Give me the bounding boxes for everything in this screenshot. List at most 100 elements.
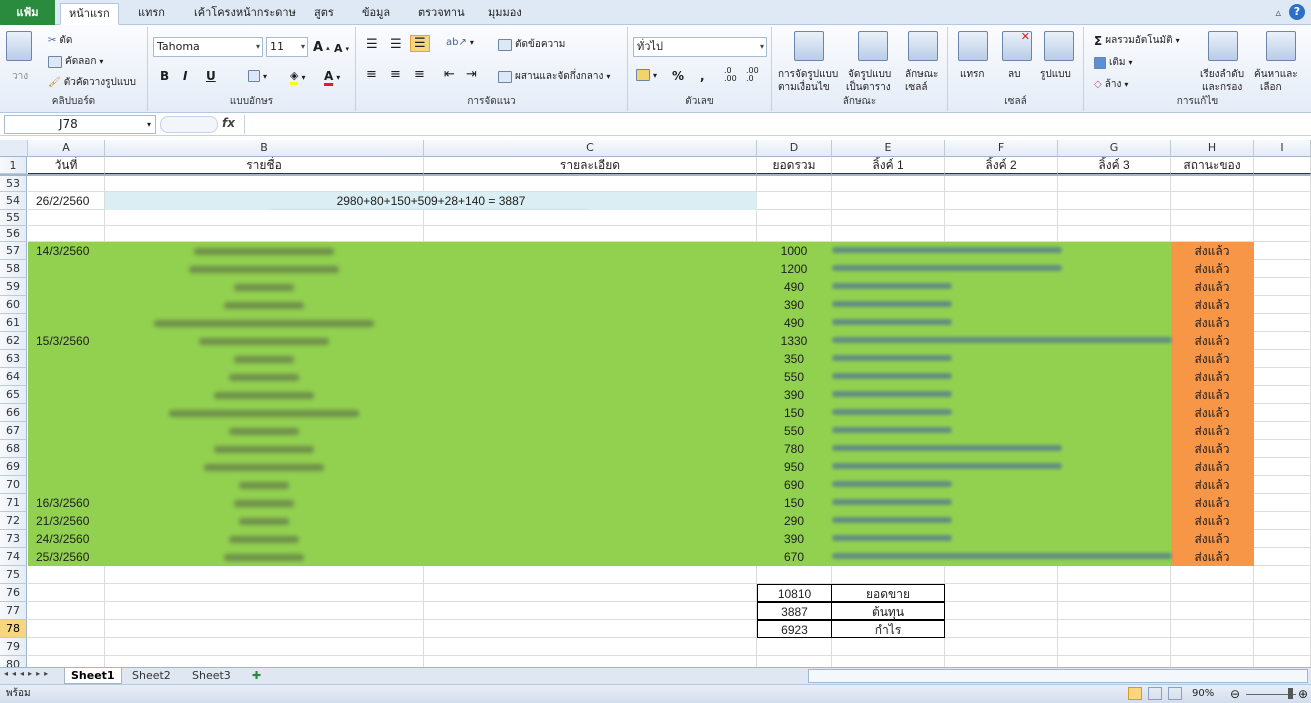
cell-a61[interactable] bbox=[28, 314, 105, 332]
cell-g53[interactable] bbox=[1058, 176, 1171, 192]
cell-d68[interactable]: 780 bbox=[757, 440, 832, 458]
formula-bar-toggle[interactable] bbox=[160, 116, 218, 133]
cell-h61[interactable]: ส่งแล้ว bbox=[1171, 314, 1254, 332]
cell-i64[interactable] bbox=[1254, 368, 1311, 386]
cell-h71[interactable]: ส่งแล้ว bbox=[1171, 494, 1254, 512]
cell-f56[interactable] bbox=[945, 226, 1058, 242]
cell-g65[interactable] bbox=[1058, 386, 1171, 404]
cell-i65[interactable] bbox=[1254, 386, 1311, 404]
header-cell-e[interactable]: ลิ้งค์ 1 bbox=[832, 157, 945, 174]
cell-i68[interactable] bbox=[1254, 440, 1311, 458]
cell-h72[interactable]: ส่งแล้ว bbox=[1171, 512, 1254, 530]
header-cell-h[interactable]: สถานะของ bbox=[1171, 157, 1254, 174]
cell-f71[interactable] bbox=[945, 494, 1058, 512]
header-cell-g[interactable]: ลิ้งค์ 3 bbox=[1058, 157, 1171, 174]
cell-d55[interactable] bbox=[757, 210, 832, 226]
comma-button[interactable]: , bbox=[700, 69, 705, 83]
cell-i77[interactable] bbox=[1254, 602, 1311, 620]
column-header-a[interactable]: A bbox=[28, 140, 105, 157]
row-header[interactable]: 57 bbox=[0, 242, 27, 260]
row-header[interactable]: 65 bbox=[0, 386, 27, 404]
row-header[interactable]: 74 bbox=[0, 548, 27, 566]
cell-h65[interactable]: ส่งแล้ว bbox=[1171, 386, 1254, 404]
cell-f53[interactable] bbox=[945, 176, 1058, 192]
zoom-slider-thumb[interactable] bbox=[1288, 688, 1293, 699]
cell-d60[interactable]: 390 bbox=[757, 296, 832, 314]
header-cell-f[interactable]: ลิ้งค์ 2 bbox=[945, 157, 1058, 174]
cell-a56[interactable] bbox=[28, 226, 105, 242]
cell-c77[interactable] bbox=[424, 602, 757, 620]
cell-a71[interactable]: 16/3/2560 bbox=[28, 494, 105, 512]
cell-a65[interactable] bbox=[28, 386, 105, 404]
header-cell-c[interactable]: รายละเอียด bbox=[424, 157, 757, 174]
cell-c76[interactable] bbox=[424, 584, 757, 602]
align-right-button[interactable]: ≡ bbox=[414, 67, 425, 82]
paste-icon[interactable] bbox=[6, 31, 32, 61]
decrease-decimal-button[interactable]: .00.0 bbox=[746, 67, 759, 83]
cell-d53[interactable] bbox=[757, 176, 832, 192]
cell-f60[interactable] bbox=[945, 296, 1058, 314]
cell-c59[interactable] bbox=[424, 278, 757, 296]
align-center-button[interactable]: ≡ bbox=[390, 67, 401, 82]
cell-i67[interactable] bbox=[1254, 422, 1311, 440]
cell-i62[interactable] bbox=[1254, 332, 1311, 350]
row-header[interactable]: 62 bbox=[0, 332, 27, 350]
sheet-tab-1[interactable]: Sheet1 bbox=[64, 668, 122, 684]
cell-i61[interactable] bbox=[1254, 314, 1311, 332]
cell-g67[interactable] bbox=[1058, 422, 1171, 440]
row-header[interactable]: 56 bbox=[0, 226, 27, 242]
cell-g78[interactable] bbox=[1058, 620, 1171, 638]
sheet-tab-2[interactable]: Sheet2 bbox=[126, 668, 177, 684]
cell-e53[interactable] bbox=[832, 176, 945, 192]
tab-file[interactable]: แฟ้ม bbox=[0, 0, 55, 25]
cell-d73[interactable]: 390 bbox=[757, 530, 832, 548]
cell-f67[interactable] bbox=[945, 422, 1058, 440]
cell-g55[interactable] bbox=[1058, 210, 1171, 226]
cell-f72[interactable] bbox=[945, 512, 1058, 530]
cell-i60[interactable] bbox=[1254, 296, 1311, 314]
font-color-button[interactable]: A ▾ bbox=[324, 69, 340, 86]
cell-i55[interactable] bbox=[1254, 210, 1311, 226]
cell-f79[interactable] bbox=[945, 638, 1058, 656]
cell-c65[interactable] bbox=[424, 386, 757, 404]
tab-insert[interactable]: แทรก bbox=[130, 3, 173, 25]
cell-d78[interactable]: 6923 bbox=[757, 620, 832, 638]
cell-g69[interactable] bbox=[1058, 458, 1171, 476]
cell-d79[interactable] bbox=[757, 638, 832, 656]
cell-h64[interactable]: ส่งแล้ว bbox=[1171, 368, 1254, 386]
cell-a54[interactable]: 26/2/2560 bbox=[28, 192, 105, 210]
column-header-i[interactable]: I bbox=[1254, 140, 1311, 157]
cell-d80[interactable] bbox=[757, 656, 832, 667]
horizontal-scrollbar[interactable] bbox=[808, 669, 1308, 683]
cell-b75[interactable] bbox=[105, 566, 424, 584]
cell-c78[interactable] bbox=[424, 620, 757, 638]
cell-g72[interactable] bbox=[1058, 512, 1171, 530]
header-cell-d[interactable]: ยอดรวม bbox=[757, 157, 832, 174]
autosum-button[interactable]: Σ ผลรวมอัตโนมัติ ▾ bbox=[1094, 33, 1180, 48]
currency-button[interactable]: ▾ bbox=[636, 69, 657, 81]
cell-g60[interactable] bbox=[1058, 296, 1171, 314]
cell-a77[interactable] bbox=[28, 602, 105, 620]
tab-review[interactable]: ตรวจทาน bbox=[410, 3, 473, 25]
cell-d74[interactable]: 670 bbox=[757, 548, 832, 566]
cell-c62[interactable] bbox=[424, 332, 757, 350]
cell-g76[interactable] bbox=[1058, 584, 1171, 602]
wrap-text-button[interactable]: ตัดข้อความ bbox=[498, 37, 565, 52]
cell-a58[interactable] bbox=[28, 260, 105, 278]
header-cell-i[interactable] bbox=[1254, 157, 1311, 174]
align-top-button[interactable]: ☰ bbox=[366, 37, 378, 52]
cell-d62[interactable]: 1330 bbox=[757, 332, 832, 350]
cell-c75[interactable] bbox=[424, 566, 757, 584]
row-header[interactable]: 73 bbox=[0, 530, 27, 548]
cell-i75[interactable] bbox=[1254, 566, 1311, 584]
row-header[interactable]: 1 bbox=[0, 157, 27, 174]
cell-h80[interactable] bbox=[1171, 656, 1254, 667]
cell-g71[interactable] bbox=[1058, 494, 1171, 512]
row-header[interactable]: 72 bbox=[0, 512, 27, 530]
row-header[interactable]: 68 bbox=[0, 440, 27, 458]
cell-a57[interactable]: 14/3/2560 bbox=[28, 242, 105, 260]
cell-d76[interactable]: 10810 bbox=[757, 584, 832, 602]
row-header[interactable]: 61 bbox=[0, 314, 27, 332]
zoom-in-icon[interactable]: ⊕ bbox=[1298, 685, 1308, 703]
normal-view-icon[interactable] bbox=[1128, 687, 1142, 700]
